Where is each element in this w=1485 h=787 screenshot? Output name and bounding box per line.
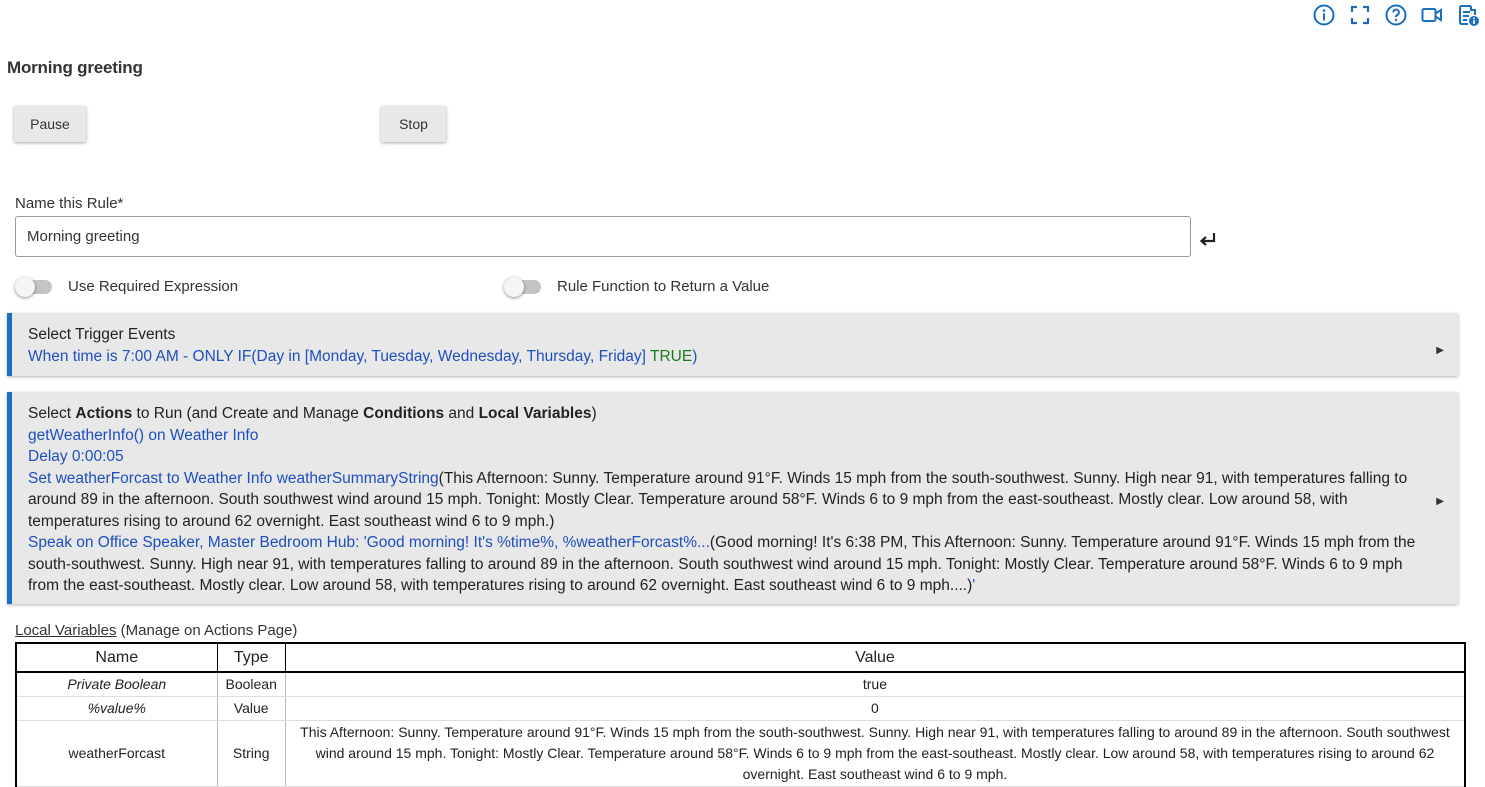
variable-value: 0 bbox=[284, 696, 1466, 721]
trigger-summary-text: When time is 7:00 AM - ONLY IF(Day in [M… bbox=[28, 347, 650, 365]
action-delay: Delay 0:00:05 bbox=[28, 448, 124, 465]
column-header-name: Name bbox=[15, 642, 218, 673]
table-header-row: Name Type Value bbox=[15, 642, 1466, 673]
actions-panel-title: Select Actions to Run (and Create and Ma… bbox=[28, 405, 597, 422]
logs-icon[interactable] bbox=[1455, 2, 1481, 28]
variable-value: true bbox=[284, 672, 1466, 697]
column-header-type: Type bbox=[216, 642, 286, 673]
variable-type: String bbox=[216, 720, 286, 787]
column-header-value: Value bbox=[284, 642, 1466, 673]
toggle-track[interactable] bbox=[15, 276, 52, 297]
required-expression-label: Use Required Expression bbox=[68, 278, 239, 295]
trigger-summary: When time is 7:00 AM - ONLY IF(Day in [M… bbox=[28, 346, 1418, 368]
variable-value: This Afternoon: Sunny. Temperature aroun… bbox=[284, 720, 1466, 787]
toggle-track[interactable] bbox=[504, 276, 541, 297]
actions-panel[interactable]: Select Actions to Run (and Create and Ma… bbox=[7, 392, 1458, 604]
info-icon[interactable] bbox=[1311, 2, 1337, 28]
local-variables-table: Name Type Value Private Boolean Boolean … bbox=[15, 642, 1466, 787]
variable-type: Value bbox=[216, 696, 286, 721]
required-expression-toggle[interactable]: Use Required Expression bbox=[15, 276, 239, 297]
toggle-knob[interactable] bbox=[15, 276, 35, 297]
help-icon[interactable] bbox=[1383, 2, 1409, 28]
table-row: Private Boolean Boolean true bbox=[15, 672, 1466, 697]
video-icon[interactable] bbox=[1419, 2, 1445, 28]
rule-function-label: Rule Function to Return a Value bbox=[557, 278, 770, 295]
rule-name-label: Name this Rule* bbox=[15, 195, 124, 212]
rule-name-input[interactable] bbox=[15, 216, 1191, 257]
variable-name: Private Boolean bbox=[15, 672, 218, 697]
trigger-condition-true: TRUE bbox=[649, 347, 693, 365]
stop-button[interactable]: Stop bbox=[381, 106, 446, 142]
variable-name: %value% bbox=[15, 696, 218, 721]
action-set-variable: Set weatherForcast to Weather Info weath… bbox=[28, 469, 1408, 530]
expand-arrow-icon[interactable]: ▶ bbox=[1436, 491, 1444, 513]
header-toolbar bbox=[1311, 2, 1481, 28]
action-speak: Speak on Office Speaker, Master Bedroom … bbox=[28, 534, 1416, 594]
trigger-panel-title: Select Trigger Events bbox=[28, 326, 176, 343]
trigger-summary-close: ) bbox=[692, 347, 698, 365]
pause-button[interactable]: Pause bbox=[14, 106, 86, 142]
variable-type: Boolean bbox=[216, 672, 286, 697]
table-row: %value% Value 0 bbox=[15, 696, 1466, 721]
action-get-weather: getWeatherInfo() on Weather Info bbox=[28, 426, 259, 444]
toggle-knob[interactable] bbox=[504, 276, 524, 297]
enter-icon[interactable] bbox=[1198, 231, 1218, 249]
fullscreen-icon[interactable] bbox=[1347, 2, 1373, 28]
rule-function-toggle[interactable]: Rule Function to Return a Value bbox=[504, 276, 770, 297]
page-title: Morning greeting bbox=[7, 58, 143, 77]
trigger-events-panel[interactable]: Select Trigger Events When time is 7:00 … bbox=[7, 313, 1458, 376]
local-variables-label: Local Variables (Manage on Actions Page) bbox=[15, 622, 298, 639]
expand-arrow-icon[interactable]: ▶ bbox=[1436, 340, 1444, 362]
table-row: weatherForcast String This Afternoon: Su… bbox=[15, 720, 1466, 787]
variable-name: weatherForcast bbox=[15, 720, 218, 787]
